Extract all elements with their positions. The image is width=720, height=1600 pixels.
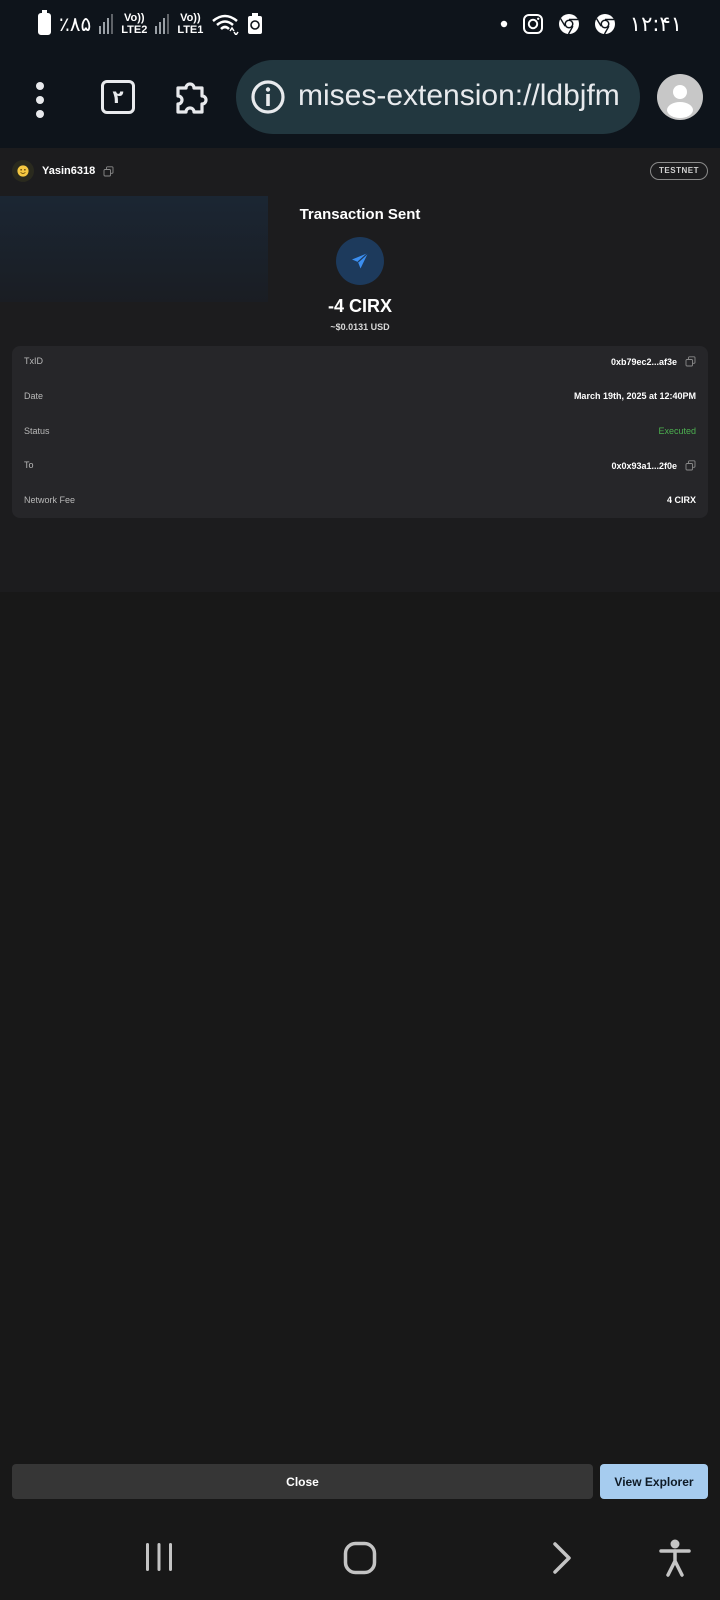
status-value: Executed: [658, 426, 696, 436]
network-type-sim2: Vo)) LTE2: [121, 12, 147, 36]
detail-row-date: Date March 19th, 2025 at 12:40PM: [12, 388, 708, 408]
address-bar[interactable]: mises-extension://ldbjfm: [236, 60, 640, 134]
transaction-details: TxID 0xb79ec2...af3e Date March 19th, 20…: [12, 346, 708, 518]
chrome-icon: [594, 14, 615, 35]
date-value: March 19th, 2025 at 12:40PM: [573, 391, 696, 401]
back-icon[interactable]: [551, 1541, 573, 1575]
network-badge: TESTNET: [650, 162, 708, 180]
extensions-icon[interactable]: [170, 76, 212, 118]
close-button[interactable]: Close: [12, 1464, 593, 1499]
system-navigation-bar: [0, 1515, 720, 1600]
volte-label: Vo)): [123, 12, 145, 24]
account-header: Yasin6318: [12, 160, 114, 182]
battery-icon: [38, 10, 51, 35]
tab-switcher-button[interactable]: ۲: [101, 80, 135, 114]
send-status-badge: [336, 237, 384, 285]
emoji-avatar-icon: [17, 165, 29, 177]
recent-apps-icon[interactable]: [143, 1541, 175, 1573]
battery-level: ٪۸۵: [59, 12, 92, 36]
page-title: Transaction Sent: [299, 206, 421, 223]
battery-saver-icon: [248, 13, 263, 34]
signal-icon-sim2: [99, 14, 114, 34]
lte2-label: LTE2: [121, 24, 148, 36]
recipient-address: 0x0x93a1...2f0e: [611, 460, 677, 471]
transaction-page: Yasin6318 TESTNET Transaction Sent -4 CI…: [0, 148, 720, 592]
info-icon[interactable]: [250, 79, 286, 115]
browser-toolbar: ۲ mises-extension://ldbjfm: [0, 52, 720, 148]
account-avatar: [12, 160, 34, 182]
more-menu-icon[interactable]: [28, 80, 52, 120]
network-type-sim1: Vo)) LTE1: [177, 12, 203, 36]
url-text[interactable]: mises-extension://ldbjfm: [298, 79, 620, 113]
detail-label: Status: [24, 426, 50, 436]
profile-avatar-button[interactable]: [657, 74, 703, 120]
detail-label: TxID: [24, 356, 43, 366]
instagram-icon: [522, 14, 543, 34]
detail-label: Date: [24, 391, 44, 401]
signal-icon-sim1: [155, 14, 170, 34]
home-icon[interactable]: [343, 1541, 377, 1575]
clock: ۱۲:۴۱: [629, 12, 682, 36]
accessibility-icon[interactable]: [658, 1539, 692, 1577]
detail-label: Network Fee: [24, 495, 76, 505]
account-name: Yasin6318: [42, 165, 96, 177]
transaction-amount: -4 CIRX: [327, 296, 392, 316]
chrome-icon: [558, 14, 579, 35]
detail-row-txid: TxID 0xb79ec2...af3e: [12, 353, 708, 373]
detail-value-to: 0x0x93a1...2f0e: [611, 460, 696, 471]
person-icon: [667, 85, 693, 118]
detail-row-to: To 0x0x93a1...2f0e: [12, 457, 708, 477]
transaction-usd-value: ~$0.0131 USD: [330, 322, 390, 332]
detail-row-network-fee: Network Fee 4 CIRX: [12, 492, 708, 512]
wifi-icon: [212, 14, 240, 35]
view-explorer-button[interactable]: View Explorer: [600, 1464, 708, 1499]
status-bar-right: ۱۲:۴۱: [500, 12, 682, 36]
network-fee-value: 4 CIRX: [666, 495, 696, 505]
notification-dot-icon: [500, 20, 507, 28]
status-bar: ٪۸۵ Vo)) LTE2 Vo)) LTE1 ۱۲:۴۱: [0, 0, 720, 52]
detail-value-txid: 0xb79ec2...af3e: [611, 356, 696, 367]
lte1-label: LTE1: [177, 24, 204, 36]
detail-row-status: Status Executed: [12, 423, 708, 443]
copy-icon[interactable]: [685, 460, 696, 471]
send-icon: [352, 252, 369, 269]
copy-icon[interactable]: [685, 356, 696, 367]
detail-label: To: [24, 460, 34, 470]
txid-value: 0xb79ec2...af3e: [610, 356, 677, 367]
status-bar-left: ٪۸۵ Vo)) LTE2 Vo)) LTE1: [38, 10, 263, 36]
copy-icon[interactable]: [103, 165, 114, 177]
volte-label: Vo)): [180, 12, 201, 24]
